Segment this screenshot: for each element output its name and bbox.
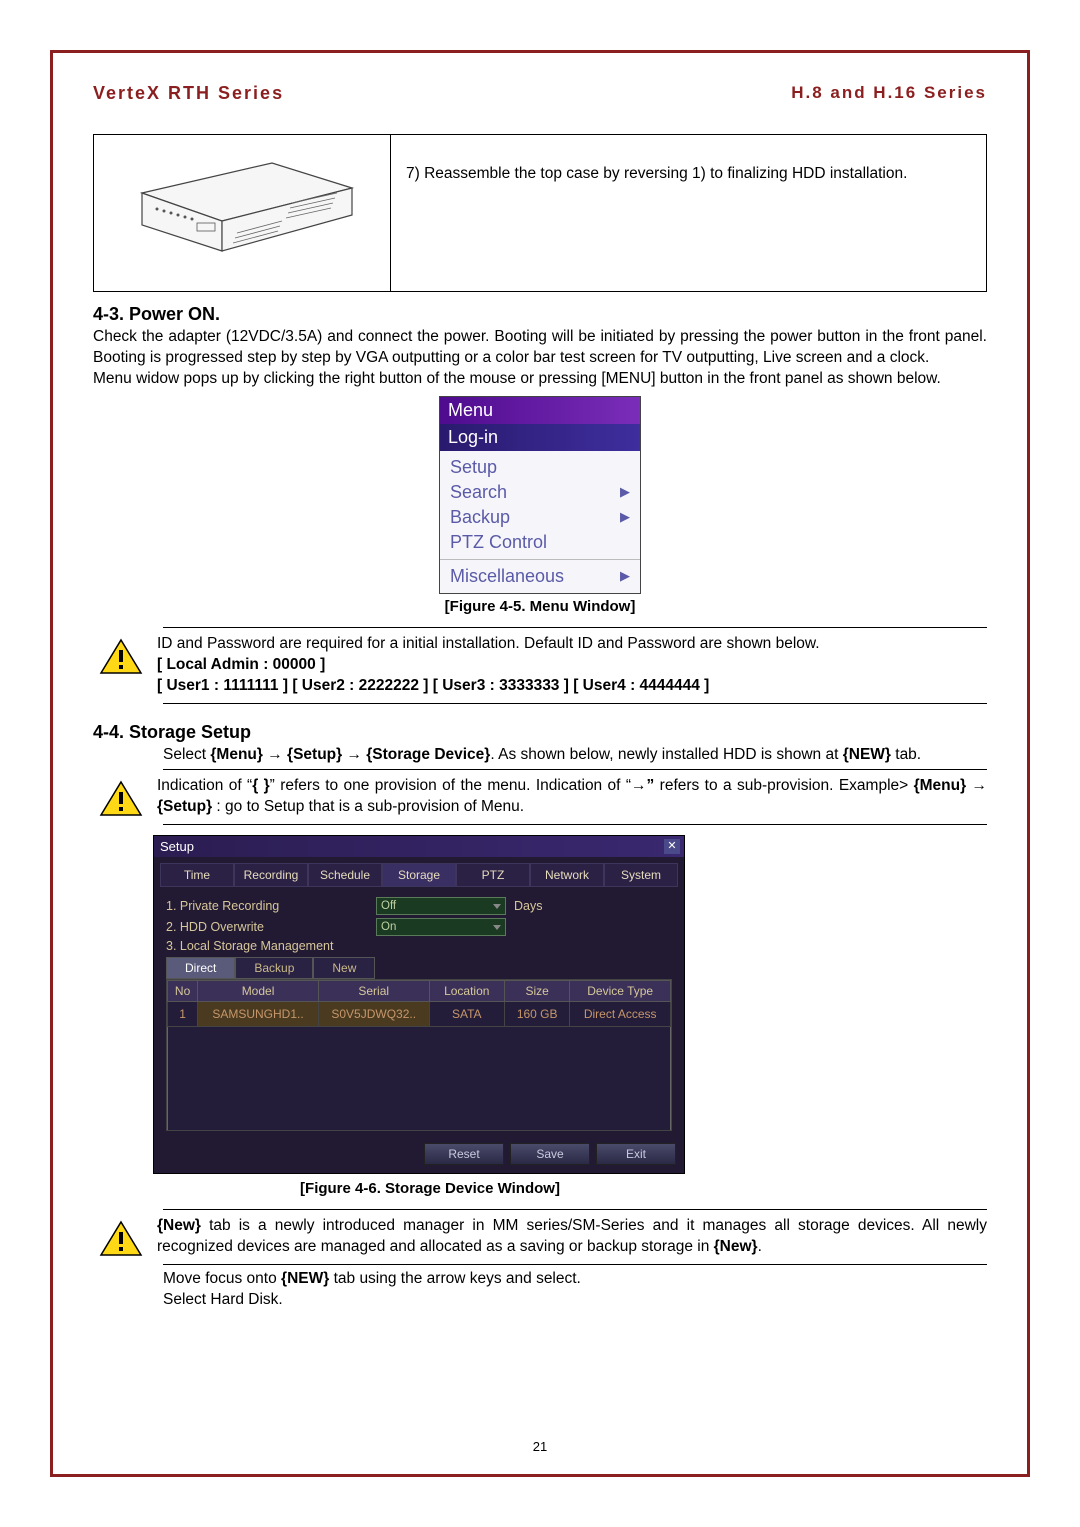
dd-value: On (381, 919, 396, 935)
figure-4-5-caption: [Figure 4-5. Menu Window] (93, 598, 987, 615)
menu-search[interactable]: Search ▶ (448, 480, 632, 505)
note2-text: Indication of “{ }” refers to one provis… (157, 776, 987, 818)
section-4-3-body: Check the adapter (12VDC/3.5A) and conne… (93, 327, 987, 369)
menu-backup-label: Backup (450, 507, 510, 528)
hdd-overwrite-dropdown[interactable]: On (376, 918, 506, 936)
menu-setup[interactable]: Setup (448, 455, 632, 480)
tail-l2: Select Hard Disk. (163, 1290, 987, 1311)
cell: SATA (429, 1002, 504, 1027)
note3-text: {New} tab is a newly introduced manager … (157, 1216, 987, 1258)
setup-window: Setup ✕ Time Recording Schedule Storage P… (153, 835, 685, 1174)
dvr-illustration (122, 143, 362, 283)
section-4-3-body2: Menu widow pops up by clicking the right… (93, 369, 987, 390)
step-7-text: 7) Reassemble the top case by reversing … (391, 135, 986, 291)
page-number: 21 (53, 1439, 1027, 1454)
section-4-4-body: Select {Menu} → {Setup} → {Storage Devic… (163, 745, 987, 766)
cell: 1 (168, 1002, 198, 1027)
tab-ptz[interactable]: PTZ (456, 863, 530, 887)
subtab-direct[interactable]: Direct (166, 957, 235, 979)
days-label: Days (514, 899, 542, 913)
note1-l2: [ Local Admin : 00000 ] (157, 656, 325, 673)
col-serial: Serial (318, 981, 429, 1002)
chevron-right-icon: ▶ (620, 484, 630, 500)
cell: Direct Access (570, 1002, 671, 1027)
col-location: Location (429, 981, 504, 1002)
menu-misc[interactable]: Miscellaneous ▶ (448, 564, 632, 589)
chevron-down-icon (493, 925, 501, 930)
tab-storage[interactable]: Storage (382, 863, 456, 887)
subtab-new[interactable]: New (313, 957, 375, 979)
figure-4-6-caption: [Figure 4-6. Storage Device Window] (0, 1180, 987, 1197)
chevron-right-icon: ▶ (620, 568, 630, 584)
menu-search-label: Search (450, 482, 507, 503)
menu-window: Menu Log-in Setup Search ▶ Backup ▶ PTZ Co… (439, 396, 641, 594)
col-size: Size (504, 981, 569, 1002)
menu-login[interactable]: Log-in (440, 424, 640, 451)
caution-icon (99, 780, 143, 818)
subtab-backup[interactable]: Backup (235, 957, 313, 979)
storage-table: No Model Serial Location Size Device Typ… (167, 980, 671, 1131)
menu-ptz[interactable]: PTZ Control (448, 530, 632, 555)
col-no: No (168, 981, 198, 1002)
table-row[interactable]: 1 SAMSUNGHD1.. S0V5JDWQ32.. SATA 160 GB … (168, 1002, 671, 1027)
tab-recording[interactable]: Recording (234, 863, 308, 887)
close-icon[interactable]: ✕ (664, 839, 680, 854)
opt-local-storage: 3. Local Storage Management (166, 939, 333, 953)
col-model: Model (198, 981, 319, 1002)
tab-system[interactable]: System (604, 863, 678, 887)
note1-l3: [ User1 : 1111111 ] [ User2 : 2222222 ] … (157, 677, 709, 694)
menu-header: Menu (440, 397, 640, 424)
col-devtype: Device Type (570, 981, 671, 1002)
header-right: H.8 and H.16 Series (791, 83, 987, 104)
cell: SAMSUNGHD1.. (198, 1002, 319, 1027)
save-button[interactable]: Save (510, 1143, 590, 1165)
note1-l1: ID and Password are required for a initi… (157, 635, 820, 652)
section-4-4-title: 4-4. Storage Setup (93, 722, 987, 743)
caution-icon (99, 638, 143, 676)
private-recording-dropdown[interactable]: Off (376, 897, 506, 915)
tab-schedule[interactable]: Schedule (308, 863, 382, 887)
dd-value: Off (381, 898, 396, 914)
cell: 160 GB (504, 1002, 569, 1027)
tail-l1: Move focus onto {NEW} tab using the arro… (163, 1269, 987, 1290)
cell: S0V5JDWQ32.. (318, 1002, 429, 1027)
menu-setup-label: Setup (450, 457, 497, 478)
chevron-down-icon (493, 904, 501, 909)
menu-misc-label: Miscellaneous (450, 566, 564, 587)
exit-button[interactable]: Exit (596, 1143, 676, 1165)
header-left: VerteX RTH Series (93, 83, 284, 104)
chevron-right-icon: ▶ (620, 509, 630, 525)
section-4-3-title: 4-3. Power ON. (93, 304, 987, 325)
reset-button[interactable]: Reset (424, 1143, 504, 1165)
menu-ptz-label: PTZ Control (450, 532, 547, 553)
caution-icon (99, 1220, 143, 1258)
opt-hdd-overwrite: 2. HDD Overwrite (166, 920, 376, 934)
tab-network[interactable]: Network (530, 863, 604, 887)
menu-backup[interactable]: Backup ▶ (448, 505, 632, 530)
setup-title: Setup (160, 839, 194, 854)
tab-time[interactable]: Time (160, 863, 234, 887)
opt-private-recording: 1. Private Recording (166, 899, 376, 913)
